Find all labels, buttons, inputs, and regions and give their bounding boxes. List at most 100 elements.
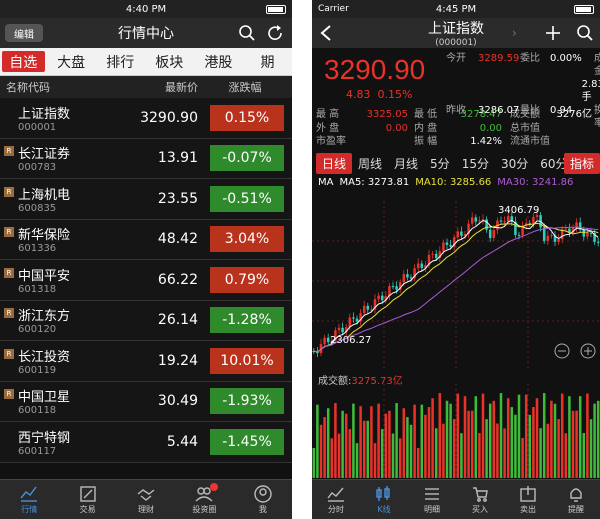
volume-bar (409, 424, 413, 478)
volume-bar (564, 433, 568, 478)
tab-2[interactable]: 排行 (96, 48, 145, 75)
search-icon[interactable] (576, 24, 594, 42)
volume-bar (406, 417, 409, 478)
volume-bar (575, 410, 578, 478)
change-badge[interactable]: -1.28% (210, 307, 284, 334)
tabbar-item-3[interactable]: 投资圈 (175, 480, 233, 519)
period-tab-1[interactable]: 周线 (352, 153, 388, 174)
tab-0[interactable]: 自选 (2, 51, 45, 72)
margin-badge-icon: R (4, 348, 14, 359)
kline-icon (376, 486, 390, 501)
change-badge[interactable]: 10.01% (210, 347, 284, 374)
col-name[interactable]: 名称代码 (0, 79, 120, 95)
table-row[interactable]: R 上海机电 600835 23.55 -0.51% (0, 179, 292, 220)
col-change[interactable]: 涨跌幅 (198, 79, 292, 95)
margin-badge-icon: R (4, 227, 14, 238)
period-tab-3[interactable]: 5分 (424, 153, 456, 174)
tabbar-item-3[interactable]: 买入 (456, 480, 504, 519)
margin-badge-icon: R (4, 308, 14, 319)
market-tabs: 自选 大盘 排行 板块 港股期 (0, 48, 292, 76)
back-icon[interactable] (320, 24, 332, 42)
table-row[interactable]: R 新华保险 601336 48.42 3.04% (0, 219, 292, 260)
candle (348, 317, 352, 328)
next-chevron-icon[interactable]: › (512, 26, 517, 40)
tabbar-item-0[interactable]: 行情 (0, 480, 58, 519)
volume-bar (316, 404, 319, 478)
table-row[interactable]: R 浙江东方 600120 26.14 -1.28% (0, 300, 292, 341)
table-row[interactable]: R 中国卫星 600118 30.49 -1.93% (0, 381, 292, 422)
edit-button[interactable]: 编辑 (5, 24, 43, 42)
volume-bar (352, 403, 355, 478)
volume-bar (312, 448, 316, 478)
tab-3[interactable]: 板块 (145, 48, 194, 75)
volume-bar (334, 403, 337, 478)
candle (470, 217, 474, 224)
change-badge[interactable]: 3.04% (210, 226, 284, 253)
volume-bar (521, 437, 524, 478)
volume-bar (434, 428, 438, 478)
period-tab-0[interactable]: 日线 (316, 152, 353, 174)
stock-title: 上证指数 (428, 21, 484, 37)
stock-price: 5.44 (166, 433, 198, 450)
change-badge[interactable]: -1.93% (210, 388, 284, 415)
period-tab-2[interactable]: 月线 (388, 153, 424, 174)
tabbar-item-1[interactable]: K线 (360, 480, 408, 519)
bottom-tabbar: 行情 交易 理财 投资圈 我 (0, 479, 292, 519)
table-row[interactable]: R 中国平安 601318 66.22 0.79% (0, 260, 292, 301)
volume-bar (445, 400, 449, 478)
tabbar-label: 卖出 (520, 505, 536, 514)
candle (532, 216, 535, 224)
ma30-label: MA30: 3241.86 (497, 176, 574, 188)
candle (434, 253, 438, 258)
tab-5[interactable]: 期 (243, 48, 292, 75)
volume-bar (463, 396, 467, 478)
volume-bar (362, 420, 366, 478)
table-row[interactable]: 上证指数 000001 3290.90 0.15% (0, 98, 292, 139)
candle (557, 239, 560, 242)
volume-bar (416, 447, 420, 478)
candle (431, 253, 434, 255)
tab-1[interactable]: 大盘 (47, 48, 96, 75)
tabbar-item-5[interactable]: 提醒 (552, 480, 600, 519)
battery-icon (574, 4, 594, 14)
tab-4[interactable]: 港股 (194, 48, 243, 75)
change-badge[interactable]: -0.07% (210, 145, 284, 172)
quote-grid: 今开3289.59委比0.00%成交金额 2.83亿手 昨收3286.07量比0… (446, 53, 600, 129)
stock-name: 西宁特钢 (18, 430, 71, 446)
refresh-icon[interactable] (266, 24, 284, 42)
candle (409, 277, 413, 279)
volume-bar (402, 408, 406, 478)
volume-bar (467, 410, 470, 478)
kline-chart[interactable]: 3406.79 2306.27 (312, 201, 600, 369)
period-tab-4[interactable]: 15分 (456, 153, 495, 174)
volume-bar (478, 433, 481, 478)
market-navbar: 编辑 行情中心 (0, 18, 292, 48)
tabbar-item-1[interactable]: 交易 (58, 480, 116, 519)
change-badge[interactable]: 0.79% (210, 266, 284, 293)
change-badge[interactable]: -1.45% (210, 428, 284, 455)
volume-bar (542, 393, 546, 478)
table-row[interactable]: R 长江投资 600119 19.24 10.01% (0, 341, 292, 382)
tabbar-item-4[interactable]: 卖出 (504, 480, 552, 519)
tabbar-item-2[interactable]: 理财 (117, 480, 175, 519)
search-icon[interactable] (238, 24, 256, 42)
tabbar-item-2[interactable]: 明细 (408, 480, 456, 519)
indicator-button[interactable]: 指标 (563, 153, 600, 174)
stock-tabbar: 分时 K线 明细 买入 卖出 提醒 (312, 479, 600, 519)
table-row[interactable]: R 长江证券 000783 13.91 -0.07% (0, 138, 292, 179)
change-badge[interactable]: 0.15% (210, 104, 284, 131)
volume-bar (596, 400, 600, 478)
volume-bar (449, 403, 452, 478)
table-row[interactable]: 西宁特钢 600117 5.44 -1.45% (0, 422, 292, 463)
volume-bar (496, 423, 499, 478)
add-icon[interactable] (544, 24, 562, 42)
change-badge[interactable]: -0.51% (210, 185, 284, 212)
tabbar-item-0[interactable]: 分时 (312, 480, 360, 519)
volume-bar (380, 429, 384, 478)
list-icon (425, 488, 439, 500)
column-header: 名称代码 最新价 涨跌幅 (0, 76, 292, 98)
col-price[interactable]: 最新价 (120, 79, 198, 95)
stock-code: 600119 (18, 364, 57, 376)
tabbar-item-4[interactable]: 我 (234, 480, 292, 519)
period-tab-5[interactable]: 30分 (495, 153, 534, 174)
